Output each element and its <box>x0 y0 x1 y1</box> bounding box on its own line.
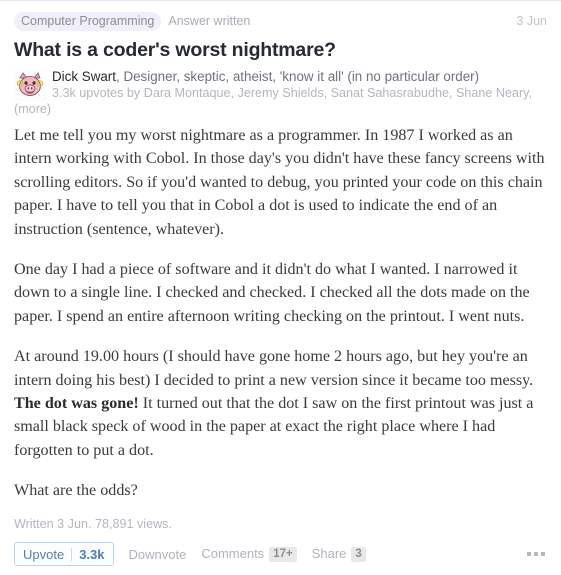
answer-status-label: Answer written <box>168 14 251 28</box>
share-count-badge: 3 <box>351 547 366 562</box>
question-title[interactable]: What is a coder's worst nightmare? <box>14 38 547 62</box>
upvoters-separator: , <box>528 86 533 100</box>
ellipsis-dot <box>534 552 538 556</box>
upvote-button[interactable]: Upvote 3.3k <box>14 542 114 566</box>
answer-body: Let me tell you my worst nightmare as a … <box>14 117 547 536</box>
ellipsis-dot <box>541 552 545 556</box>
answer-action-bar: Upvote 3.3k Downvote Comments 17+ Share 3 <box>14 541 549 567</box>
comments-button[interactable]: Comments 17+ <box>201 546 297 562</box>
answer-paragraph-3-part1: At around 19.00 hours (I should have gon… <box>14 348 534 389</box>
share-label: Share <box>311 546 347 561</box>
comments-label: Comments <box>201 546 265 561</box>
answer-date: 3 Jun <box>516 14 547 28</box>
upvoter-names[interactable]: Dara Montaque, Jeremy Shields, Sanat Sah… <box>144 86 529 100</box>
answer-meta-row: Computer Programming Answer written 3 Ju… <box>14 1 547 31</box>
answer-paragraph-2: One day I had a piece of software and it… <box>14 261 530 325</box>
upvoters-more-link[interactable]: (more) <box>14 102 51 116</box>
upvote-label: Upvote <box>23 546 65 562</box>
answer-paragraph-1: Let me tell you my worst nightmare as a … <box>14 127 545 238</box>
topic-badge[interactable]: Computer Programming <box>14 11 162 31</box>
upvote-divider <box>71 547 73 561</box>
downvote-button[interactable]: Downvote <box>129 547 187 562</box>
ellipsis-dot <box>527 552 531 556</box>
ellipsis-icon[interactable] <box>523 546 549 562</box>
upvoters-line: 3.3k upvotes by Dara Montaque, Jeremy Sh… <box>14 85 547 117</box>
upvote-count: 3.3k <box>79 546 105 562</box>
author-credential: , Designer, skeptic, atheist, 'know it a… <box>116 69 480 84</box>
answer-card: Computer Programming Answer written 3 Ju… <box>0 0 561 575</box>
pig-avatar-icon[interactable] <box>14 69 46 101</box>
comments-count-badge: 17+ <box>269 547 297 562</box>
author-name-link[interactable]: Dick Swart <box>52 69 116 84</box>
upvotes-count-text: 3.3k upvotes by <box>52 86 144 100</box>
answer-paragraph-3: At around 19.00 hours (I should have gon… <box>14 345 547 462</box>
answer-written-views: Written 3 Jun. 78,891 views. <box>14 516 172 531</box>
author-byline: Dick Swart, Designer, skeptic, atheist, … <box>14 68 547 117</box>
share-button[interactable]: Share 3 <box>312 546 366 562</box>
author-line: Dick Swart, Designer, skeptic, atheist, … <box>14 68 547 85</box>
answer-paragraph-4: What are the odds? <box>14 482 138 500</box>
answer-paragraph-3-emphasis: The dot was gone! <box>14 395 139 413</box>
